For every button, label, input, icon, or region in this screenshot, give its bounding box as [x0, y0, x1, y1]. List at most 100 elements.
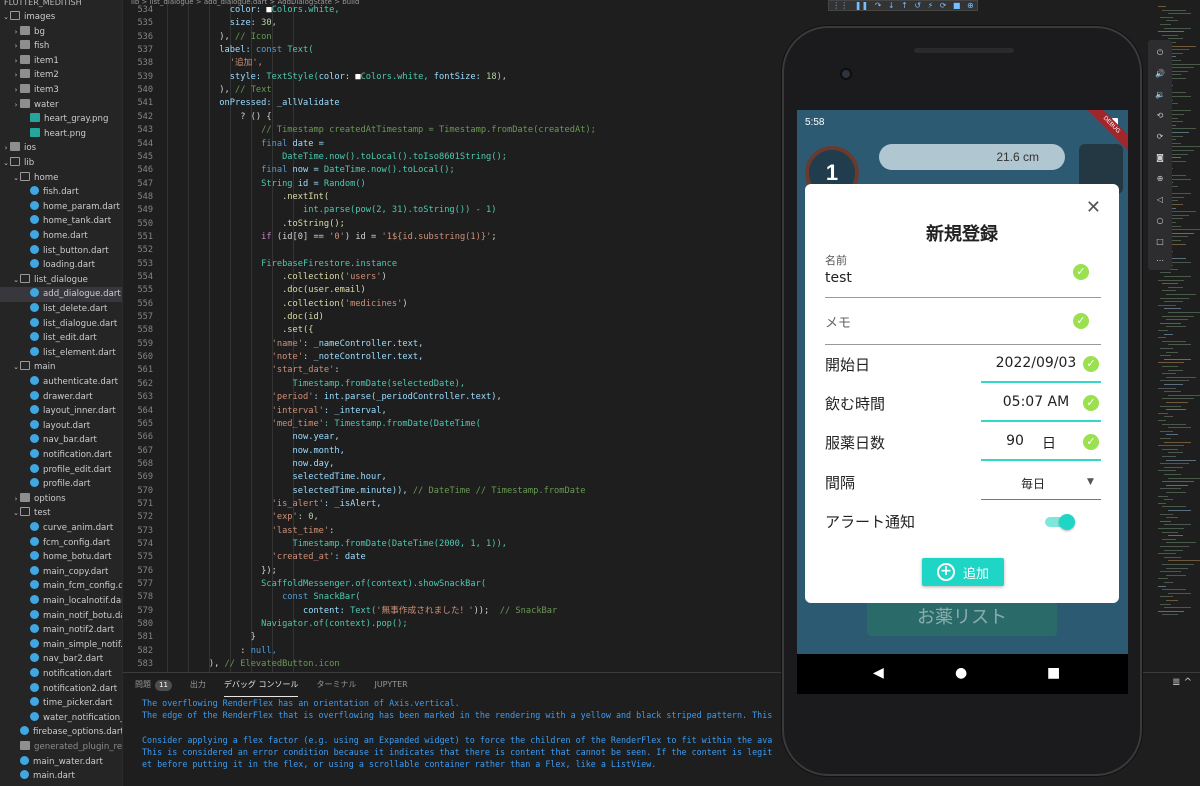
- tree-item[interactable]: notification.dart: [0, 667, 122, 682]
- tree-item-label: notification.dart: [43, 669, 112, 679]
- panel-tab[interactable]: デバッグ コンソール: [223, 673, 299, 697]
- tree-item[interactable]: profile.dart: [0, 477, 122, 492]
- tree-item[interactable]: list_dialogue.dart: [0, 317, 122, 332]
- tree-item[interactable]: ⌄ lib: [0, 156, 122, 171]
- code-area[interactable]: color: ■Colors.white, size: 30, ), // Ic…: [167, 0, 782, 672]
- tree-item[interactable]: main_notif2.dart: [0, 623, 122, 638]
- power-icon[interactable]: ⏻: [1148, 48, 1172, 58]
- tree-item[interactable]: ⌄ images: [0, 10, 122, 25]
- more-icon[interactable]: ⋯: [1148, 256, 1172, 265]
- tree-item[interactable]: ⌄ list_dialogue: [0, 273, 122, 288]
- tree-item[interactable]: list_edit.dart: [0, 331, 122, 346]
- debug-action-icon[interactable]: ⋮⋮: [832, 1, 848, 10]
- code-line: Navigator.of(context).pop();: [167, 618, 407, 631]
- tree-item[interactable]: main_water.dart: [0, 755, 122, 770]
- debug-action-icon[interactable]: ↷: [875, 1, 882, 10]
- tree-item[interactable]: home.dart: [0, 229, 122, 244]
- tree-item[interactable]: ⌄ main: [0, 360, 122, 375]
- breadcrumb[interactable]: lib > list_dialogue > add_dialogue.dart …: [123, 0, 782, 8]
- tree-item[interactable]: list_button.dart: [0, 244, 122, 259]
- volume-down-icon[interactable]: 🔉: [1148, 90, 1172, 99]
- tree-item[interactable]: › item2: [0, 68, 122, 83]
- tree-item[interactable]: › options: [0, 492, 122, 507]
- debug-action-icon[interactable]: ⚡: [928, 1, 934, 10]
- tree-item[interactable]: › ios: [0, 141, 122, 156]
- tree-item[interactable]: main_fcm_config.d...: [0, 579, 122, 594]
- panel-tab[interactable]: ターミナル: [316, 673, 356, 697]
- debug-action-icon[interactable]: ❚❚: [855, 1, 868, 10]
- tree-item[interactable]: home_param.dart: [0, 200, 122, 215]
- tree-item[interactable]: nav_bar2.dart: [0, 652, 122, 667]
- time-field[interactable]: 05:07 AM: [981, 394, 1091, 410]
- tree-item[interactable]: water_notification_...: [0, 711, 122, 726]
- zoom-icon[interactable]: ⊕: [1148, 174, 1172, 183]
- tree-item[interactable]: main.dart: [0, 769, 122, 784]
- panel-tab[interactable]: 出力: [190, 673, 206, 697]
- name-field[interactable]: test: [825, 270, 852, 286]
- tree-item[interactable]: › water: [0, 98, 122, 113]
- tree-item[interactable]: authenticate.dart: [0, 375, 122, 390]
- tree-item[interactable]: notification2.dart: [0, 682, 122, 697]
- tree-item[interactable]: heart_gray.png: [0, 112, 122, 127]
- tree-item[interactable]: main_notif_botu.dart: [0, 609, 122, 624]
- panel-actions-icon[interactable]: ≣ ^: [1172, 677, 1192, 688]
- tree-item[interactable]: main_simple_notif...: [0, 638, 122, 653]
- tree-item[interactable]: › fish: [0, 39, 122, 54]
- start-date-field[interactable]: 2022/09/03: [981, 355, 1091, 371]
- rotate-left-icon[interactable]: ⟲: [1148, 111, 1172, 120]
- tree-item[interactable]: fish.dart: [0, 185, 122, 200]
- tree-item[interactable]: home_tank.dart: [0, 214, 122, 229]
- back-icon[interactable]: ◀: [873, 664, 884, 682]
- dart-file-icon: [30, 609, 39, 619]
- tree-item[interactable]: list_element.dart: [0, 346, 122, 361]
- interval-dropdown[interactable]: 毎日: [981, 475, 1085, 492]
- tree-item[interactable]: layout_inner.dart: [0, 404, 122, 419]
- debug-action-icon[interactable]: ⟳: [940, 1, 947, 10]
- tree-item[interactable]: main_localnotif.dart: [0, 594, 122, 609]
- overview-icon[interactable]: □: [1148, 237, 1172, 246]
- tree-item[interactable]: time_picker.dart: [0, 696, 122, 711]
- tree-item[interactable]: fcm_config.dart: [0, 536, 122, 551]
- debug-action-icon[interactable]: ↺: [914, 1, 921, 10]
- code-editor[interactable]: 534 535 536 537 538 539 540 541 542 543 544 545 546 5…: [123, 0, 782, 672]
- tree-item[interactable]: notification.dart: [0, 448, 122, 463]
- tree-item[interactable]: main_copy.dart: [0, 565, 122, 580]
- debug-action-icon[interactable]: ■: [953, 1, 961, 10]
- recents-icon[interactable]: ■: [1047, 664, 1060, 682]
- tree-item[interactable]: curve_anim.dart: [0, 521, 122, 536]
- tree-item[interactable]: heart.png: [0, 127, 122, 142]
- panel-tab[interactable]: JUPYTER: [374, 673, 407, 697]
- home-icon[interactable]: ○: [1148, 216, 1172, 225]
- tree-item[interactable]: loading.dart: [0, 258, 122, 273]
- home-icon[interactable]: ●: [955, 664, 967, 682]
- tree-item[interactable]: › item1: [0, 54, 122, 69]
- tree-item[interactable]: generated_plugin_re...: [0, 740, 122, 755]
- tree-item[interactable]: › item3: [0, 83, 122, 98]
- memo-field[interactable]: メモ: [825, 312, 851, 331]
- tree-item[interactable]: drawer.dart: [0, 390, 122, 405]
- tree-item[interactable]: › bg: [0, 25, 122, 40]
- tree-item[interactable]: layout.dart: [0, 419, 122, 434]
- rotate-right-icon[interactable]: ⟳: [1148, 132, 1172, 141]
- debug-action-icon[interactable]: ↓: [888, 1, 895, 10]
- tree-item[interactable]: home_botu.dart: [0, 550, 122, 565]
- tree-item[interactable]: ⌄ test: [0, 506, 122, 521]
- back-icon[interactable]: ◁: [1148, 195, 1172, 204]
- tree-item[interactable]: profile_edit.dart: [0, 463, 122, 478]
- minimap-line: [1168, 344, 1191, 346]
- tree-item[interactable]: add_dialogue.dart: [0, 287, 122, 302]
- alert-toggle[interactable]: [1045, 514, 1075, 530]
- add-button[interactable]: + 追加: [922, 558, 1004, 586]
- tree-item[interactable]: nav_bar.dart: [0, 433, 122, 448]
- debug-action-icon[interactable]: ⊕: [967, 1, 974, 10]
- tree-item[interactable]: list_delete.dart: [0, 302, 122, 317]
- tree-item[interactable]: firebase_options.dart: [0, 725, 122, 740]
- close-icon[interactable]: ✕: [1086, 198, 1101, 218]
- volume-up-icon[interactable]: 🔊: [1148, 69, 1172, 78]
- tree-item[interactable]: ⌄ home: [0, 171, 122, 186]
- panel-tab[interactable]: 問題 11: [135, 673, 172, 697]
- dropdown-arrow-icon[interactable]: ▼: [1087, 477, 1094, 487]
- days-field[interactable]: 90: [995, 433, 1035, 449]
- debug-action-icon[interactable]: ↑: [901, 1, 908, 10]
- screenshot-icon[interactable]: ◙: [1148, 153, 1172, 162]
